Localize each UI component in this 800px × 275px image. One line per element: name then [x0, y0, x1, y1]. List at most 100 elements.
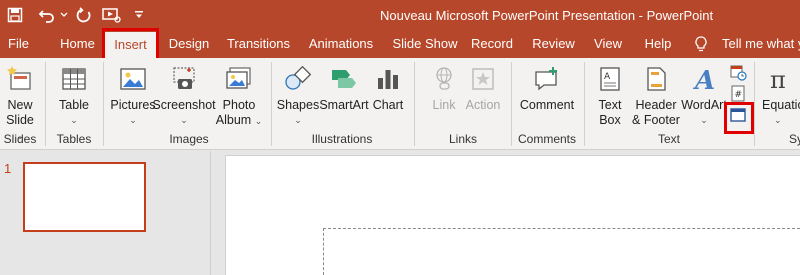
text-box-button[interactable]: A Text Box [592, 64, 628, 128]
pictures-button[interactable]: Pictures ⌄ [110, 64, 156, 128]
tab-record[interactable]: Record [468, 30, 516, 58]
text-box-icon: A [594, 64, 626, 94]
group-label-links: Links [448, 132, 477, 146]
equation-button[interactable]: π Equatio ⌄ [762, 64, 800, 128]
group-label-symbols: Sy [789, 132, 800, 146]
group-label-comments: Comments [517, 132, 576, 146]
photo-album-label-1: Photo [222, 98, 256, 112]
tab-review[interactable]: Review [529, 30, 578, 58]
action-button[interactable]: Action [464, 64, 502, 113]
link-icon [428, 64, 460, 94]
comment-icon [531, 64, 563, 94]
tab-help[interactable]: Help [640, 30, 676, 58]
smartart-icon [328, 64, 360, 94]
object-button[interactable] [729, 106, 749, 128]
object-icon [730, 108, 746, 122]
tab-home[interactable]: Home [50, 30, 105, 58]
wordart-button[interactable]: A WordArt ⌄ [681, 64, 727, 128]
tab-insert[interactable]: Insert [105, 32, 156, 58]
tab-slide-show[interactable]: Slide Show [386, 30, 464, 58]
tab-design[interactable]: Design [162, 30, 216, 58]
group-label-text: Text [657, 132, 680, 146]
shapes-caret-icon: ⌄ [294, 115, 302, 125]
slide-number-button[interactable]: # [729, 85, 749, 103]
pictures-icon [117, 64, 149, 94]
slide-number: 1 [4, 161, 12, 176]
pane-divider[interactable] [210, 151, 211, 275]
tab-transitions[interactable]: Transitions [221, 30, 296, 58]
slide-thumbnail[interactable] [23, 162, 146, 232]
comment-label: Comment [519, 98, 575, 112]
link-button[interactable]: Link [426, 64, 462, 113]
table-button[interactable]: Table ⌄ [54, 64, 94, 128]
slide-thumbnail-pane[interactable]: 1 [0, 151, 210, 275]
slide-number-icon: # [731, 85, 745, 102]
present-icon[interactable] [101, 0, 123, 30]
table-icon [58, 64, 90, 94]
photo-album-icon [223, 64, 255, 94]
action-icon [467, 64, 499, 94]
shapes-label: Shapes [276, 98, 320, 112]
tab-view[interactable]: View [590, 30, 626, 58]
header-footer-label-1: Header [635, 98, 677, 112]
date-time-icon [730, 65, 747, 81]
shapes-icon [282, 64, 314, 94]
svg-text:#: # [735, 90, 743, 100]
tab-animations[interactable]: Animations [301, 30, 381, 58]
screenshot-label: Screenshot [152, 98, 216, 112]
shapes-button[interactable]: Shapes ⌄ [276, 64, 320, 128]
wordart-icon: A [688, 64, 720, 94]
new-slide-label-1: New [7, 98, 33, 112]
group-separator [45, 62, 46, 146]
group-label-images: Images [169, 132, 209, 146]
smartart-button[interactable]: SmartArt [319, 64, 369, 113]
redo-icon[interactable] [74, 0, 94, 30]
group-label-tables: Tables [56, 132, 92, 146]
equation-caret-icon: ⌄ [774, 115, 782, 125]
svg-text:π: π [770, 66, 786, 92]
pictures-caret-icon: ⌄ [129, 115, 137, 125]
group-label-illustrations: Illustrations [311, 132, 373, 146]
photo-album-button[interactable]: Photo Album ⌄ [215, 64, 263, 129]
link-label: Link [432, 98, 456, 112]
header-footer-icon [640, 64, 672, 94]
customize-icon[interactable] [133, 0, 145, 30]
screenshot-icon [168, 64, 200, 94]
group-separator [584, 62, 585, 146]
wordart-label: WordArt [681, 98, 727, 112]
text-box-label-1: Text [598, 98, 622, 112]
tell-me-search[interactable]: Tell me what you [722, 30, 800, 58]
date-time-button[interactable] [729, 63, 749, 81]
header-footer-button[interactable]: Header & Footer [630, 64, 682, 128]
wordart-caret-icon: ⌄ [700, 115, 708, 125]
window-title: Nouveau Microsoft PowerPoint Presentatio… [380, 8, 714, 23]
pi-icon: π [762, 64, 794, 94]
save-icon[interactable] [5, 0, 25, 30]
undo-icon[interactable] [36, 0, 58, 30]
screenshot-caret-icon: ⌄ [180, 115, 188, 125]
screenshot-button[interactable]: Screenshot ⌄ [152, 64, 216, 128]
photo-album-label-2: Album ⌄ [215, 113, 263, 127]
undo-dropdown-icon[interactable] [58, 0, 70, 30]
action-label: Action [465, 98, 501, 112]
equation-label: Equatio [762, 98, 800, 112]
tab-file[interactable]: File [0, 30, 37, 58]
chart-icon [372, 64, 404, 94]
chart-button[interactable]: Chart [370, 64, 406, 113]
chart-label: Chart [372, 98, 404, 112]
svg-text:A: A [692, 66, 715, 93]
smartart-label: SmartArt [319, 98, 369, 112]
table-label: Table [59, 98, 89, 112]
group-separator [103, 62, 104, 146]
comment-button[interactable]: Comment [518, 64, 576, 113]
ribbon-tabs: File Home Insert Design Transitions Anim… [0, 30, 800, 58]
table-caret-icon: ⌄ [70, 115, 78, 125]
pictures-label: Pictures [110, 98, 156, 112]
group-separator [754, 62, 755, 146]
title-bar: Nouveau Microsoft PowerPoint Presentatio… [0, 0, 800, 30]
ribbon-insert: New Slide ⌄ Slides Table ⌄ Tables Pictur… [0, 58, 800, 150]
title-placeholder[interactable] [323, 228, 800, 275]
text-box-label-2: Box [599, 113, 621, 127]
group-label-slides: Slides [3, 132, 37, 146]
lightbulb-icon [693, 30, 709, 58]
